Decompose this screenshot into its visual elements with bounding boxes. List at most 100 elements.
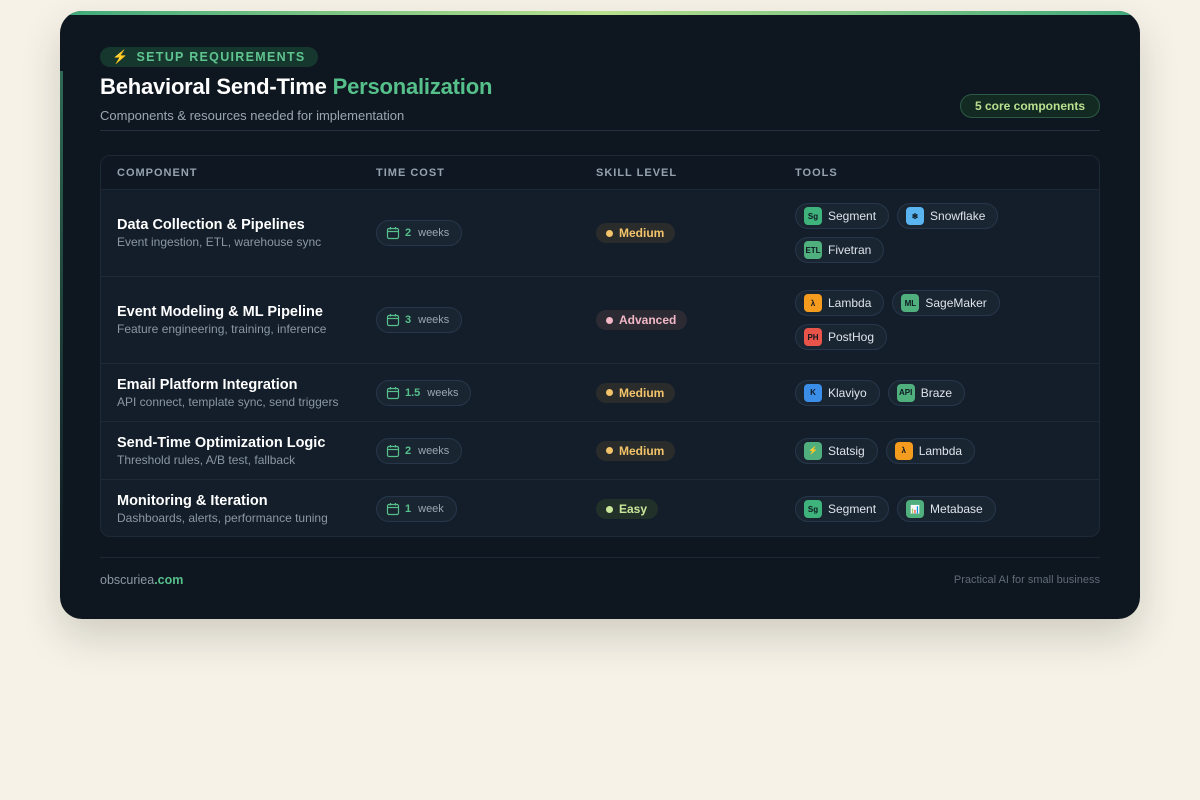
- statsig-icon: ⚡: [804, 441, 822, 460]
- calendar-icon: [386, 502, 400, 516]
- tool-chip[interactable]: ETL Fivetran: [795, 237, 885, 263]
- column-header-time-cost: TIME COST: [376, 167, 445, 179]
- time-value: 1.5: [405, 386, 421, 399]
- braze-icon: API: [896, 383, 915, 402]
- time-value: 3: [405, 314, 412, 326]
- table-row: Monitoring & Iteration Dashboards, alert…: [101, 480, 1099, 536]
- component-count-badge: 5 core components: [959, 94, 1100, 118]
- time-value: 2: [405, 227, 412, 239]
- tools-cell: K Klaviyo API Braze: [795, 379, 1085, 406]
- tool-chip[interactable]: λ Lambda: [885, 437, 976, 464]
- component-description: Feature engineering, training, inference: [117, 322, 327, 336]
- table-row: Event Modeling & ML Pipeline Feature eng…: [101, 277, 1099, 364]
- tool-chip[interactable]: Sg Segment: [795, 203, 890, 229]
- calendar-icon: [386, 386, 400, 400]
- time-value: 2: [405, 444, 412, 457]
- eyebrow-label: SETUP REQUIREMENTS: [136, 50, 306, 64]
- tool-chip[interactable]: Sg Segment: [795, 496, 890, 522]
- skill-label: Medium: [619, 226, 665, 240]
- skill-label: Easy: [619, 502, 648, 516]
- time-unit: weeks: [418, 444, 450, 457]
- lambda-icon: λ: [804, 294, 822, 312]
- skill-level-badge: Easy: [596, 499, 659, 519]
- tool-label: Klaviyo: [828, 385, 867, 400]
- header: ⚡ SETUP REQUIREMENTS Behavioral Send-Tim…: [100, 47, 1100, 123]
- tool-chip[interactable]: API Braze: [887, 379, 966, 406]
- component-description: API connect, template sync, send trigger…: [117, 394, 339, 409]
- component-name: Send-Time Optimization Logic: [117, 434, 326, 451]
- time-unit: weeks: [427, 386, 459, 399]
- tool-label: SageMaker: [925, 296, 987, 310]
- calendar-icon: [386, 226, 400, 240]
- segment-icon: Sg: [804, 500, 822, 518]
- eyebrow-badge: ⚡ SETUP REQUIREMENTS: [100, 47, 318, 67]
- calendar-icon: [386, 444, 400, 458]
- tool-chip[interactable]: λ Lambda: [795, 290, 885, 316]
- status-dot-icon: [606, 389, 613, 396]
- brand-tld: .com: [154, 573, 184, 587]
- tools-cell: Sg Segment ❄ Snowflake ETL Fivetran: [795, 203, 1085, 263]
- table-row: Data Collection & Pipelines Event ingest…: [101, 190, 1099, 277]
- table-body: Data Collection & Pipelines Event ingest…: [101, 190, 1099, 536]
- skill-label: Medium: [619, 385, 665, 400]
- tool-label: Lambda: [918, 443, 963, 458]
- tool-label: Fivetran: [828, 243, 872, 257]
- component-cell: Data Collection & Pipelines Event ingest…: [117, 217, 321, 249]
- component-description: Dashboards, alerts, performance tuning: [117, 511, 328, 525]
- time-cost-pill: 3 weeks: [376, 307, 463, 333]
- segment-icon: Sg: [804, 207, 822, 225]
- tool-label: Segment: [828, 502, 877, 516]
- metabase-icon: 📊: [906, 500, 925, 518]
- time-cost-pill: 2 weeks: [376, 220, 463, 246]
- time-cost-pill: 1.5 weeks: [376, 379, 472, 406]
- status-dot-icon: [606, 229, 613, 237]
- tools-cell: ⚡ Statsig λ Lambda: [795, 437, 1085, 464]
- component-description: Threshold rules, A/B test, fallback: [117, 452, 296, 467]
- side-accent-line: [60, 71, 63, 571]
- klaviyo-icon: K: [804, 383, 822, 402]
- footer-tagline: Practical AI for small business: [953, 574, 1100, 586]
- tool-label: Snowflake: [930, 209, 986, 223]
- status-dot-icon: [606, 447, 613, 454]
- footer-brand: obscuriea.com: [100, 573, 183, 587]
- time-unit: weeks: [418, 314, 450, 326]
- header-divider: [100, 130, 1100, 131]
- column-header-skill-level: SKILL LEVEL: [596, 167, 678, 179]
- status-dot-icon: [606, 505, 613, 513]
- skill-level-badge: Medium: [596, 223, 676, 243]
- time-cost-pill: 2 weeks: [376, 437, 463, 464]
- posthog-icon: PH: [804, 328, 822, 346]
- fivetran-icon: ETL: [804, 241, 822, 259]
- component-name: Monitoring & Iteration: [117, 493, 268, 509]
- lambda-icon: λ: [894, 441, 913, 460]
- tools-cell: λ Lambda ML SageMaker PH PostHog: [795, 290, 1085, 350]
- table-row: Email Platform Integration API connect, …: [101, 364, 1099, 422]
- tool-chip[interactable]: ⚡ Statsig: [795, 437, 878, 464]
- component-description: Event ingestion, ETL, warehouse sync: [117, 235, 322, 249]
- tool-chip[interactable]: ❄ Snowflake: [897, 203, 999, 229]
- tool-chip[interactable]: K Klaviyo: [795, 379, 880, 406]
- component-cell: Email Platform Integration API connect, …: [117, 377, 338, 409]
- time-cost-pill: 1 week: [376, 496, 457, 522]
- component-cell: Monitoring & Iteration Dashboards, alert…: [117, 493, 328, 525]
- table-row: Send-Time Optimization Logic Threshold r…: [101, 422, 1099, 480]
- title-main: Behavioral Send-Time: [100, 74, 327, 99]
- title-accent: Personalization: [332, 74, 493, 99]
- skill-level-badge: Medium: [596, 382, 676, 403]
- time-value: 1: [405, 503, 412, 515]
- tool-chip[interactable]: 📊 Metabase: [897, 496, 996, 522]
- time-unit: week: [418, 503, 444, 515]
- accent-bar: [60, 11, 1140, 15]
- tool-chip[interactable]: PH PostHog: [795, 324, 888, 350]
- time-unit: weeks: [418, 227, 450, 239]
- brand-name: obscuriea: [100, 573, 155, 587]
- column-header-tools: TOOLS: [795, 167, 838, 179]
- sagemaker-icon: ML: [901, 294, 920, 312]
- column-header-component: COMPONENT: [117, 167, 198, 179]
- tool-chip[interactable]: ML SageMaker: [892, 290, 1000, 316]
- lightning-icon: ⚡: [112, 49, 130, 64]
- tool-label: Segment: [828, 209, 877, 223]
- tool-label: Metabase: [930, 502, 983, 516]
- component-cell: Event Modeling & ML Pipeline Feature eng…: [117, 304, 326, 336]
- tool-label: Statsig: [828, 443, 865, 458]
